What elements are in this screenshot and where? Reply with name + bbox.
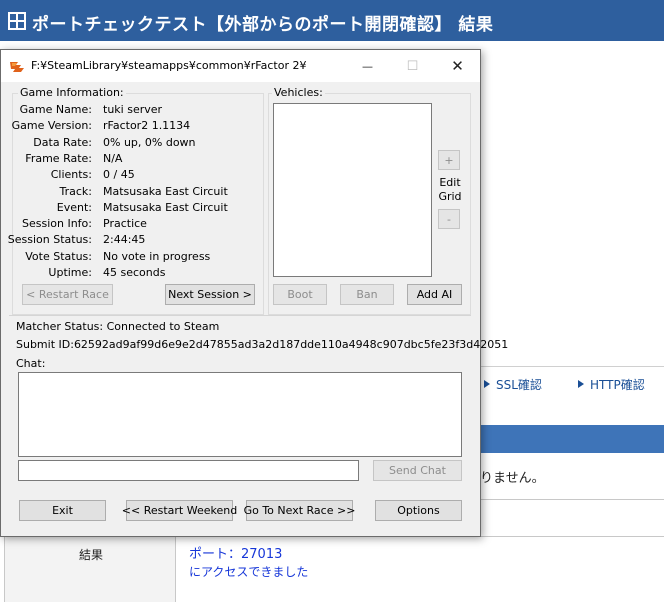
field-value: Matsusaka East Circuit xyxy=(103,185,228,198)
section-separator xyxy=(9,315,471,316)
field-label: Frame Rate: xyxy=(25,152,92,165)
web-section-bar xyxy=(480,425,664,453)
field-label: Session Info: xyxy=(22,217,92,230)
field-value: N/A xyxy=(103,152,123,165)
ban-button[interactable]: Ban xyxy=(340,284,394,305)
triangle-icon xyxy=(578,380,584,388)
screen: ポートチェックテスト【外部からのポート開閉確認】 結果 SSL確認 HTTP確認… xyxy=(0,0,664,602)
result-port: ポート：27013 xyxy=(189,547,283,562)
nav-http-label: HTTP確認 xyxy=(590,378,645,392)
field-value: 0% up, 0% down xyxy=(103,136,196,149)
field-label: Game Version: xyxy=(11,119,92,132)
add-ai-button[interactable]: Add AI xyxy=(407,284,462,305)
web-divider xyxy=(480,499,664,500)
field-label: Game Name: xyxy=(19,103,92,116)
grid-remove-button[interactable]: - xyxy=(438,209,460,229)
chat-label: Chat: xyxy=(16,357,46,370)
vehicles-list[interactable] xyxy=(273,103,432,277)
chat-input[interactable] xyxy=(18,460,359,481)
window-title: F:¥SteamLibrary¥steamapps¥common¥rFactor… xyxy=(31,59,307,72)
edit-grid-label: Edit Grid xyxy=(438,176,462,203)
result-header-cell: 結果 xyxy=(4,537,176,602)
restart-race-button[interactable]: < Restart Race xyxy=(22,284,113,305)
field-value: Practice xyxy=(103,217,147,230)
rfactor-server-window: F:¥SteamLibrary¥steamapps¥common¥rFactor… xyxy=(0,49,508,537)
maximize-icon: ☐ xyxy=(406,58,419,74)
nav-ssl-link[interactable]: SSL確認 xyxy=(484,376,542,393)
vehicles-label: Vehicles: xyxy=(272,86,325,99)
boot-button[interactable]: Boot xyxy=(273,284,327,305)
nav-http-link[interactable]: HTTP確認 xyxy=(578,376,645,393)
web-header: ポートチェックテスト【外部からのポート開閉確認】 結果 xyxy=(0,0,664,41)
field-value: tuki server xyxy=(103,103,163,116)
game-info-label: Game Information: xyxy=(18,86,126,99)
web-message: りません。 xyxy=(480,471,545,486)
field-value: 45 seconds xyxy=(103,266,166,279)
maximize-button[interactable]: ☐ xyxy=(390,50,435,82)
grid-add-button[interactable]: + xyxy=(438,150,460,170)
field-label: Clients: xyxy=(50,168,92,181)
field-label: Uptime: xyxy=(48,266,92,279)
result-table: 結果 ポート：27013 にアクセスできました xyxy=(4,536,664,602)
restart-weekend-button[interactable]: << Restart Weekend xyxy=(122,500,237,521)
triangle-icon xyxy=(484,380,490,388)
submit-id: Submit ID:62592ad9af99d6e9e2d47855ad3a2d… xyxy=(16,338,509,351)
field-value: 0 / 45 xyxy=(103,168,135,181)
next-race-button[interactable]: Go To Next Race >> xyxy=(244,500,355,521)
next-session-button[interactable]: Next Session > xyxy=(165,284,255,305)
field-label: Session Status: xyxy=(7,233,92,246)
field-value: No vote in progress xyxy=(103,250,211,263)
minimize-icon: — xyxy=(362,59,373,73)
result-label: 結果 xyxy=(79,548,104,562)
result-access: にアクセスできました xyxy=(189,565,309,579)
field-value: 2:44:45 xyxy=(103,233,146,246)
web-page-title: ポートチェックテスト【外部からのポート開閉確認】 結果 xyxy=(32,15,494,35)
field-label: Event: xyxy=(56,201,92,214)
send-chat-button[interactable]: Send Chat xyxy=(373,460,462,481)
matcher-status: Matcher Status: Connected to Steam xyxy=(16,320,220,333)
minimize-button[interactable]: — xyxy=(345,50,390,82)
web-nav: SSL確認 HTTP確認 xyxy=(480,366,664,400)
field-value: rFactor2 1.1134 xyxy=(103,119,191,132)
close-button[interactable]: ✕ xyxy=(435,50,480,82)
grid-logo-icon xyxy=(8,12,26,30)
chat-log[interactable] xyxy=(18,372,462,457)
options-button[interactable]: Options xyxy=(375,500,462,521)
field-value: Matsusaka East Circuit xyxy=(103,201,228,214)
exit-button[interactable]: Exit xyxy=(19,500,106,521)
field-label: Track: xyxy=(59,185,93,198)
close-icon: ✕ xyxy=(451,57,464,75)
rfactor-app-icon xyxy=(10,62,24,72)
window-titlebar[interactable]: F:¥SteamLibrary¥steamapps¥common¥rFactor… xyxy=(1,50,480,82)
field-label: Data Rate: xyxy=(33,136,92,149)
nav-ssl-label: SSL確認 xyxy=(496,378,542,392)
field-label: Vote Status: xyxy=(25,250,92,263)
